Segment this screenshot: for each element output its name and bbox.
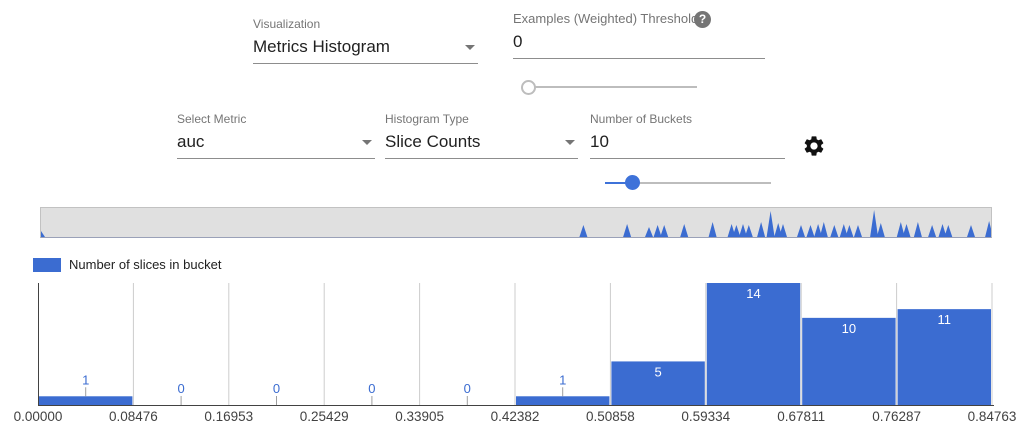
x-axis-label: 0.76287 [872, 409, 921, 424]
histogram-type-select[interactable]: Slice Counts [385, 132, 578, 159]
histogram-type-value: Slice Counts [385, 132, 578, 152]
threshold-slider-track[interactable] [528, 86, 697, 88]
num-buckets-label: Number of Buckets [590, 112, 785, 126]
x-axis-label: 0.50858 [586, 409, 635, 424]
visualization-value: Metrics Histogram [253, 37, 478, 57]
bar-value-label: 5 [654, 364, 661, 379]
histogram-type-label: Histogram Type [385, 112, 578, 126]
bar-value-label: 10 [842, 321, 856, 336]
bar-value-label: 0 [464, 381, 471, 396]
bar-value-label: 0 [368, 381, 375, 396]
overview-peak [680, 224, 688, 237]
bar-value-label: 11 [938, 312, 952, 327]
x-axis-label: 0.25429 [300, 409, 349, 424]
overview-peak [830, 225, 838, 237]
overview-peak [967, 225, 975, 237]
threshold-value: 0 [513, 32, 765, 52]
bar-value-label: 1 [82, 372, 89, 387]
overview-peak [854, 225, 862, 237]
threshold-label: Examples (Weighted) Threshold [513, 11, 765, 26]
help-icon[interactable]: ? [694, 11, 711, 28]
overview-strip-svg [41, 208, 991, 237]
chevron-down-icon [465, 45, 475, 50]
visualization-field: Visualization Metrics Histogram [253, 17, 478, 64]
legend-label: Number of slices in bucket [69, 257, 221, 272]
overview-peak [660, 225, 668, 237]
metric-label: Select Metric [177, 112, 375, 126]
histogram-bar[interactable] [707, 283, 800, 405]
overview-peak [944, 225, 952, 237]
overview-peak [579, 225, 587, 237]
bar-value-label: 14 [746, 286, 760, 301]
overview-peak [623, 224, 631, 237]
x-axis-label: 0.33905 [395, 409, 444, 424]
histogram-bar[interactable] [516, 396, 609, 405]
overview-strip[interactable] [40, 207, 992, 238]
overview-peak [745, 225, 753, 237]
x-axis-label: 0.67811 [777, 409, 825, 424]
x-axis-label: 0.16953 [204, 409, 253, 424]
x-axis-label: 0.84763 [968, 409, 1017, 424]
x-axis-label: 0.42382 [491, 409, 540, 424]
settings-gear-icon[interactable] [802, 134, 828, 160]
overview-peak [797, 225, 805, 237]
histogram-bar[interactable] [39, 396, 132, 405]
visualization-select[interactable]: Metrics Histogram [253, 37, 478, 64]
chevron-down-icon [362, 140, 372, 145]
chevron-down-icon [565, 140, 575, 145]
x-axis-label: 0.08476 [109, 409, 158, 424]
threshold-input[interactable]: 0 [513, 32, 765, 59]
overview-peak [870, 210, 878, 237]
overview-peak [845, 225, 853, 237]
overview-peak [645, 227, 653, 237]
overview-peak [654, 225, 662, 237]
bar-value-label: 1 [559, 372, 566, 387]
legend: Number of slices in bucket [33, 257, 221, 272]
overview-peak [928, 225, 936, 237]
metric-value: auc [177, 132, 375, 152]
overview-peak [41, 231, 45, 237]
buckets-slider-thumb[interactable] [625, 175, 640, 190]
threshold-slider-thumb[interactable] [521, 80, 536, 95]
num-buckets-field: Number of Buckets 10 [590, 112, 785, 159]
bar-value-label: 0 [177, 381, 184, 396]
overview-peak [757, 222, 765, 237]
overview-peak [903, 224, 911, 237]
num-buckets-input[interactable]: 10 [590, 132, 785, 159]
x-axis-label: 0.00000 [14, 409, 63, 424]
metric-select[interactable]: auc [177, 132, 375, 159]
threshold-field: Examples (Weighted) Threshold ? 0 [513, 11, 765, 59]
bar-value-label: 0 [273, 381, 280, 396]
overview-peak [709, 222, 717, 237]
overview-peak [985, 221, 991, 237]
histogram-svg[interactable]: 10000151410110.000000.084760.169530.2542… [0, 280, 1024, 432]
x-axis-label: 0.59334 [681, 409, 730, 424]
legend-swatch [33, 258, 61, 272]
num-buckets-value: 10 [590, 132, 785, 152]
histogram-type-field: Histogram Type Slice Counts [385, 112, 578, 159]
overview-peak [914, 222, 922, 237]
overview-peak [767, 211, 775, 237]
overview-peak [807, 225, 815, 237]
overview-peak [877, 223, 885, 237]
overview-peak [820, 222, 828, 237]
visualization-label: Visualization [253, 17, 478, 31]
metric-field: Select Metric auc [177, 112, 375, 159]
